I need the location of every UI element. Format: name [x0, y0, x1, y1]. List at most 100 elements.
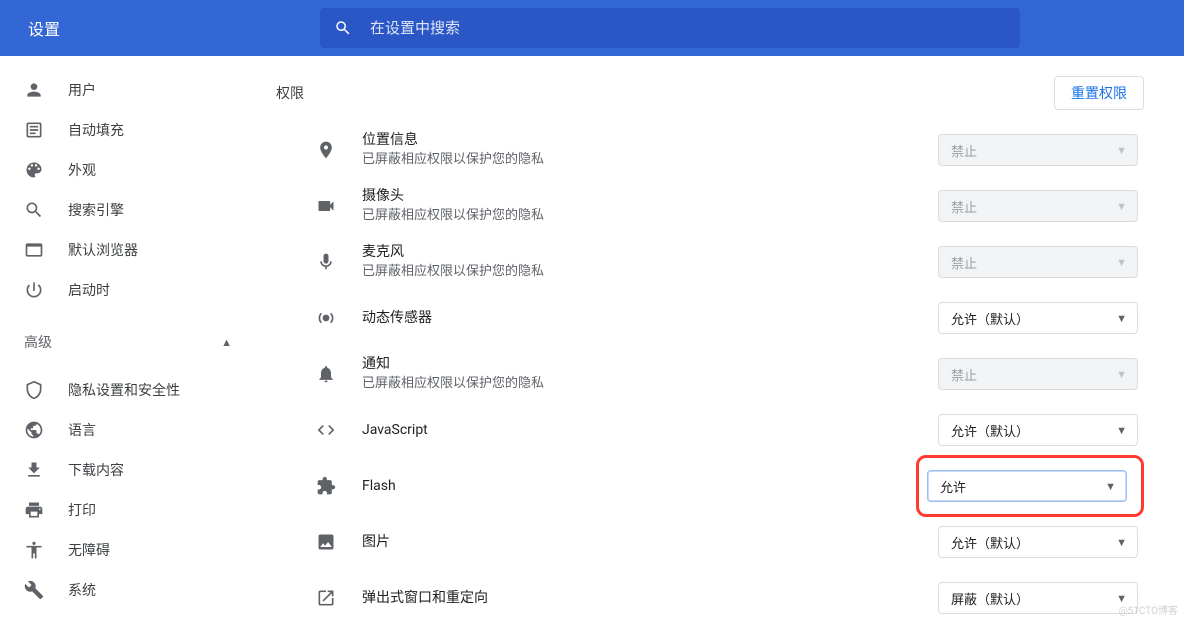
permission-row-popups: 弹出式窗口和重定向 屏蔽（默认） ▼ — [316, 570, 1144, 621]
search-icon — [24, 200, 44, 220]
permission-name: 动态传感器 — [362, 308, 938, 329]
permission-row-mic: 麦克风 已屏蔽相应权限以保护您的隐私 禁止 ▼ — [316, 234, 1144, 290]
sidebar-item-label: 外观 — [68, 160, 96, 180]
main-content: 权限 重置权限 位置信息 已屏蔽相应权限以保护您的隐私 禁止 ▼ — [256, 56, 1184, 621]
permission-name: 位置信息 — [362, 130, 938, 151]
permission-select-notifications: 禁止 ▼ — [938, 358, 1138, 390]
section-header: 权限 重置权限 — [276, 76, 1144, 114]
permission-value: 屏蔽（默认） — [951, 589, 1029, 608]
chevron-down-icon: ▼ — [1116, 368, 1127, 381]
location-icon — [316, 140, 336, 160]
permission-row-sensors: 动态传感器 允许（默认） ▼ — [316, 290, 1144, 346]
permission-name: 摄像头 — [362, 186, 938, 207]
sidebar-item-accessibility[interactable]: 无障碍 — [0, 530, 256, 570]
sidebar-item-label: 隐私设置和安全性 — [68, 380, 180, 400]
sidebar-item-downloads[interactable]: 下载内容 — [0, 450, 256, 490]
permission-name: 麦克风 — [362, 242, 938, 263]
watermark: @51CTO博客 — [1119, 602, 1178, 617]
permission-row-javascript: JavaScript 允许（默认） ▼ — [316, 402, 1144, 458]
sidebar-advanced-label: 高级 — [24, 332, 52, 352]
permission-value: 禁止 — [951, 365, 977, 384]
sidebar: 用户 自动填充 外观 搜索引擎 默认浏览器 启动时 高级 ▲ — [0, 56, 256, 621]
sidebar-item-label: 系统 — [68, 580, 96, 600]
sensor-icon — [316, 308, 336, 328]
browser-icon — [24, 240, 44, 260]
sidebar-item-print[interactable]: 打印 — [0, 490, 256, 530]
permission-subtext: 已屏蔽相应权限以保护您的隐私 — [362, 375, 938, 393]
sidebar-item-label: 无障碍 — [68, 540, 110, 560]
popup-icon — [316, 588, 336, 608]
code-icon — [316, 420, 336, 440]
permission-subtext: 已屏蔽相应权限以保护您的隐私 — [362, 263, 938, 281]
shield-icon — [24, 380, 44, 400]
sidebar-item-label: 启动时 — [68, 280, 110, 300]
reset-permissions-button[interactable]: 重置权限 — [1054, 76, 1144, 110]
palette-icon — [24, 160, 44, 180]
sidebar-item-language[interactable]: 语言 — [0, 410, 256, 450]
permission-name: 弹出式窗口和重定向 — [362, 588, 938, 609]
chevron-down-icon: ▼ — [1116, 144, 1127, 157]
sidebar-item-label: 语言 — [68, 420, 96, 440]
permission-select-flash[interactable]: 允许 ▼ — [927, 470, 1127, 502]
chevron-down-icon: ▼ — [1116, 536, 1127, 549]
search-input[interactable] — [370, 19, 1006, 37]
sidebar-item-privacy[interactable]: 隐私设置和安全性 — [0, 370, 256, 410]
sidebar-item-search[interactable]: 搜索引擎 — [0, 190, 256, 230]
permission-row-notifications: 通知 已屏蔽相应权限以保护您的隐私 禁止 ▼ — [316, 346, 1144, 402]
chevron-down-icon: ▼ — [1116, 424, 1127, 437]
search-icon — [334, 19, 352, 37]
permission-row-flash: Flash 允许 ▼ — [316, 458, 1144, 514]
power-icon — [24, 280, 44, 300]
puzzle-icon — [316, 476, 336, 496]
sidebar-item-autofill[interactable]: 自动填充 — [0, 110, 256, 150]
chevron-down-icon: ▼ — [1116, 200, 1127, 213]
search-box[interactable] — [320, 8, 1020, 48]
permission-value: 允许 — [940, 477, 966, 496]
permission-name: 图片 — [362, 532, 938, 553]
chevron-down-icon: ▼ — [1105, 480, 1116, 493]
accessibility-icon — [24, 540, 44, 560]
permission-row-images: 图片 允许（默认） ▼ — [316, 514, 1144, 570]
permission-name: Flash — [362, 476, 924, 497]
permission-value: 禁止 — [951, 253, 977, 272]
sidebar-item-label: 用户 — [68, 80, 96, 100]
sidebar-item-label: 打印 — [68, 500, 96, 520]
permission-select-camera: 禁止 ▼ — [938, 190, 1138, 222]
permission-name: JavaScript — [362, 420, 938, 441]
permission-select-popups[interactable]: 屏蔽（默认） ▼ — [938, 582, 1138, 614]
app-header: 设置 — [0, 0, 1184, 56]
permission-row-location: 位置信息 已屏蔽相应权限以保护您的隐私 禁止 ▼ — [316, 122, 1144, 178]
permission-subtext: 已屏蔽相应权限以保护您的隐私 — [362, 151, 938, 169]
app-title: 设置 — [28, 16, 60, 40]
permission-select-javascript[interactable]: 允许（默认） ▼ — [938, 414, 1138, 446]
permission-name: 通知 — [362, 354, 938, 375]
person-icon — [24, 80, 44, 100]
permission-value: 禁止 — [951, 141, 977, 160]
permission-row-camera: 摄像头 已屏蔽相应权限以保护您的隐私 禁止 ▼ — [316, 178, 1144, 234]
sidebar-item-reset[interactable]: 重置设置 — [0, 610, 256, 621]
section-title: 权限 — [276, 83, 304, 103]
permission-value: 允许（默认） — [951, 309, 1029, 328]
image-icon — [316, 532, 336, 552]
permission-value: 禁止 — [951, 197, 977, 216]
sidebar-item-label: 默认浏览器 — [68, 240, 138, 260]
download-icon — [24, 460, 44, 480]
permission-subtext: 已屏蔽相应权限以保护您的隐私 — [362, 207, 938, 225]
permission-select-location: 禁止 ▼ — [938, 134, 1138, 166]
sidebar-advanced-toggle[interactable]: 高级 ▲ — [0, 322, 256, 362]
permission-select-sensors[interactable]: 允许（默认） ▼ — [938, 302, 1138, 334]
chevron-up-icon: ▲ — [221, 336, 232, 349]
sidebar-item-default-browser[interactable]: 默认浏览器 — [0, 230, 256, 270]
permission-select-mic: 禁止 ▼ — [938, 246, 1138, 278]
sidebar-item-label: 下载内容 — [68, 460, 124, 480]
print-icon — [24, 500, 44, 520]
chevron-down-icon: ▼ — [1116, 312, 1127, 325]
sidebar-item-appearance[interactable]: 外观 — [0, 150, 256, 190]
autofill-icon — [24, 120, 44, 140]
permission-select-images[interactable]: 允许（默认） ▼ — [938, 526, 1138, 558]
sidebar-item-system[interactable]: 系统 — [0, 570, 256, 610]
globe-icon — [24, 420, 44, 440]
sidebar-item-startup[interactable]: 启动时 — [0, 270, 256, 310]
sidebar-item-user[interactable]: 用户 — [0, 70, 256, 110]
bell-icon — [316, 364, 336, 384]
